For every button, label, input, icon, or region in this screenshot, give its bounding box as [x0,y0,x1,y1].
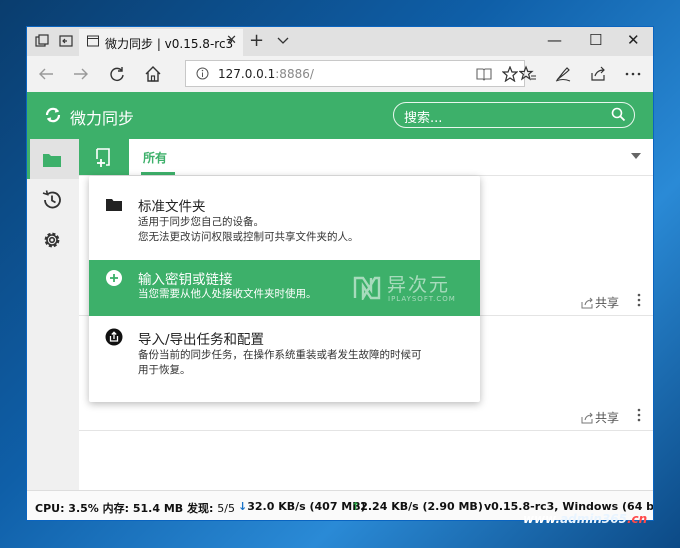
sync-logo-icon [45,107,61,123]
menu-item-title: 导入/导出任务和配置 [138,332,265,348]
reading-view-icon[interactable] [476,66,492,82]
up-arrow-icon: ↑ [351,500,361,513]
url-host: 127.0.0.1 [218,67,276,81]
pen-icon[interactable] [554,65,572,83]
watermark-en: IPLAYSOFT.COM [388,295,456,303]
tab-bar: 微力同步 | v0.15.8-rc3 ✕ + — ☐ ✕ [27,27,653,56]
url-port: :8886/ [275,67,314,81]
menu-item-desc: 当您需要从他人处接收文件夹时使用。 [138,288,317,300]
browser-tab[interactable]: 微力同步 | v0.15.8-rc3 ✕ [79,29,243,56]
search-icon[interactable] [611,107,626,122]
url-field[interactable]: 127.0.0.1:8886/ [185,60,525,87]
share-label: 共享 [594,296,619,310]
export-icon [105,328,123,346]
add-folder-button[interactable] [79,139,129,175]
tab-all[interactable]: 所有 [143,149,167,166]
more-vertical-icon[interactable] [637,293,641,307]
menu-item-import-export[interactable]: 导入/导出任务和配置 备份当前的同步任务，在操作系统重装或者发生故障的时候可 用… [89,316,480,402]
iplaysoft-watermark: 异次元 IPLAYSOFT.COM [353,270,473,310]
menu-item-desc: 备份当前的同步任务，在操作系统重装或者发生故障的时候可 [138,349,422,361]
card-divider [79,430,653,431]
share-label: 共享 [594,411,619,425]
add-folder-menu: 标准文件夹 适用于同步您自己的设备。 您无法更改访问权限或控制可共享文件夹的人。… [89,176,480,402]
back-arrow-icon[interactable] [37,65,55,83]
refresh-icon[interactable] [108,65,126,83]
folder-icon [43,154,61,167]
filter-dropdown-arrow[interactable] [631,153,641,159]
more-vertical-icon[interactable] [637,408,641,422]
download-text: 32.0 KB/s (407 MB) [247,500,366,513]
menu-item-title: 标准文件夹 [138,199,206,215]
home-icon[interactable] [144,65,162,83]
share-button[interactable]: 共享 [581,294,619,311]
discovery-count: 5/5 [217,502,235,515]
filter-bar: 所有 [79,139,653,176]
more-menu-icon[interactable] [624,65,642,83]
watermark-logo-icon [353,276,381,300]
menu-item-enter-key[interactable]: 输入密钥或链接 当您需要从他人处接收文件夹时使用。 异次元 IPLAYSOFT.… [89,260,480,316]
sidebar [27,139,80,490]
system-stats: CPU: 3.5% 内存: 51.4 MB 发现: 5/5 [35,500,235,516]
chevron-down-icon[interactable] [276,33,290,47]
site-watermark: www.admin365.cn [523,512,647,526]
address-bar-row: 127.0.0.1:8886/ [27,56,653,93]
watermark-part: admin365 [560,512,627,526]
tab-close-button[interactable]: ✕ [226,33,237,48]
star-icon[interactable] [502,66,518,82]
url-text: 127.0.0.1:8886/ [218,67,314,81]
cpu-mem-text: CPU: 3.5% 内存: 51.4 MB 发现: [35,502,218,515]
folder-icon [106,199,122,211]
forward-arrow-icon[interactable] [72,65,90,83]
app-title: 微力同步 [70,109,135,128]
download-rate: ↓32.0 KB/s (407 MB) [238,500,366,513]
page-icon [87,35,99,47]
maximize-button[interactable]: ☐ [589,31,602,49]
app-header: 微力同步 搜索... [27,92,653,139]
watermark-part: .cn [626,512,648,526]
menu-item-desc: 用于恢复。 [138,364,191,376]
close-window-button[interactable]: ✕ [627,31,640,49]
sidebar-item-settings[interactable] [27,219,79,259]
plus-circle-icon [106,270,122,286]
minimize-button[interactable]: — [547,31,562,49]
menu-item-desc: 您无法更改访问权限或控制可共享文件夹的人。 [138,231,359,243]
share-button[interactable]: 共享 [581,409,619,426]
menu-item-title: 输入密钥或链接 [138,272,233,288]
share-icon[interactable] [589,65,607,83]
info-icon[interactable] [196,67,209,80]
tab-preview-icon[interactable] [59,34,73,48]
new-tab-button[interactable]: + [249,30,264,51]
tab-title: 微力同步 | v0.15.8-rc3 [105,37,234,51]
search-input[interactable]: 搜索... [393,102,635,128]
down-arrow-icon: ↓ [238,500,248,513]
favorites-icon[interactable] [519,65,537,83]
sidebar-item-history[interactable] [27,179,79,219]
share-icon [581,297,593,309]
upload-rate: ↑2.24 KB/s (2.90 MB) [351,500,483,513]
browser-window: 微力同步 | v0.15.8-rc3 ✕ + — ☐ ✕ 127.0.0.1:8… [27,27,653,520]
upload-text: 2.24 KB/s (2.90 MB) [360,500,483,513]
menu-item-desc: 适用于同步您自己的设备。 [138,216,264,228]
search-placeholder: 搜索... [404,111,443,126]
share-icon [581,412,593,424]
watermark-cn: 异次元 [387,274,451,296]
add-folder-icon [96,148,110,167]
watermark-part: www. [523,512,561,526]
menu-item-standard-folder[interactable]: 标准文件夹 适用于同步您自己的设备。 您无法更改访问权限或控制可共享文件夹的人。 [89,176,480,260]
tab-all-underline [141,172,175,175]
sidebar-item-folders[interactable] [27,139,79,179]
history-icon [42,190,61,209]
tab-set-aside-icon[interactable] [35,34,49,48]
gear-icon [44,232,60,248]
